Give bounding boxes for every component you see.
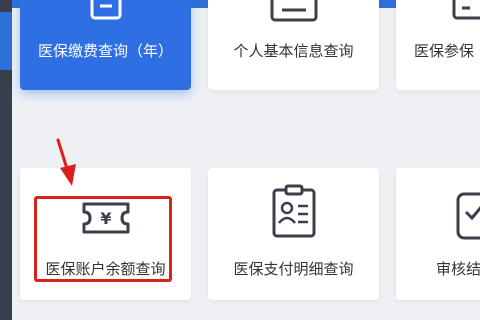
card-review-result[interactable]: 审核结	[396, 168, 480, 300]
card-insurance-payment-query[interactable]: 医保缴费查询（年）	[20, 0, 191, 90]
card-label: 审核结	[436, 260, 480, 278]
red-arrow-icon	[56, 138, 76, 186]
left-sidebar	[0, 0, 12, 320]
card-personal-info-query[interactable]: 个人基本信息查询	[208, 0, 379, 90]
sidebar-active-indicator	[0, 12, 12, 70]
card-label: 医保支付明细查询	[233, 260, 354, 278]
clipboard-check-icon	[456, 192, 480, 240]
card-label: 个人基本信息查询	[233, 42, 354, 60]
card-insurance-enrollment[interactable]: 医保参保	[396, 0, 480, 90]
card-label: 医保参保	[414, 42, 475, 60]
highlight-box	[34, 196, 172, 282]
document-icon	[90, 0, 122, 20]
document-icon	[452, 0, 480, 20]
card-label: 医保缴费查询（年）	[37, 42, 173, 60]
card-payment-detail-query[interactable]: 医保支付明细查询	[208, 168, 379, 300]
clipboard-person-icon	[272, 184, 316, 238]
id-card-icon	[270, 0, 318, 22]
